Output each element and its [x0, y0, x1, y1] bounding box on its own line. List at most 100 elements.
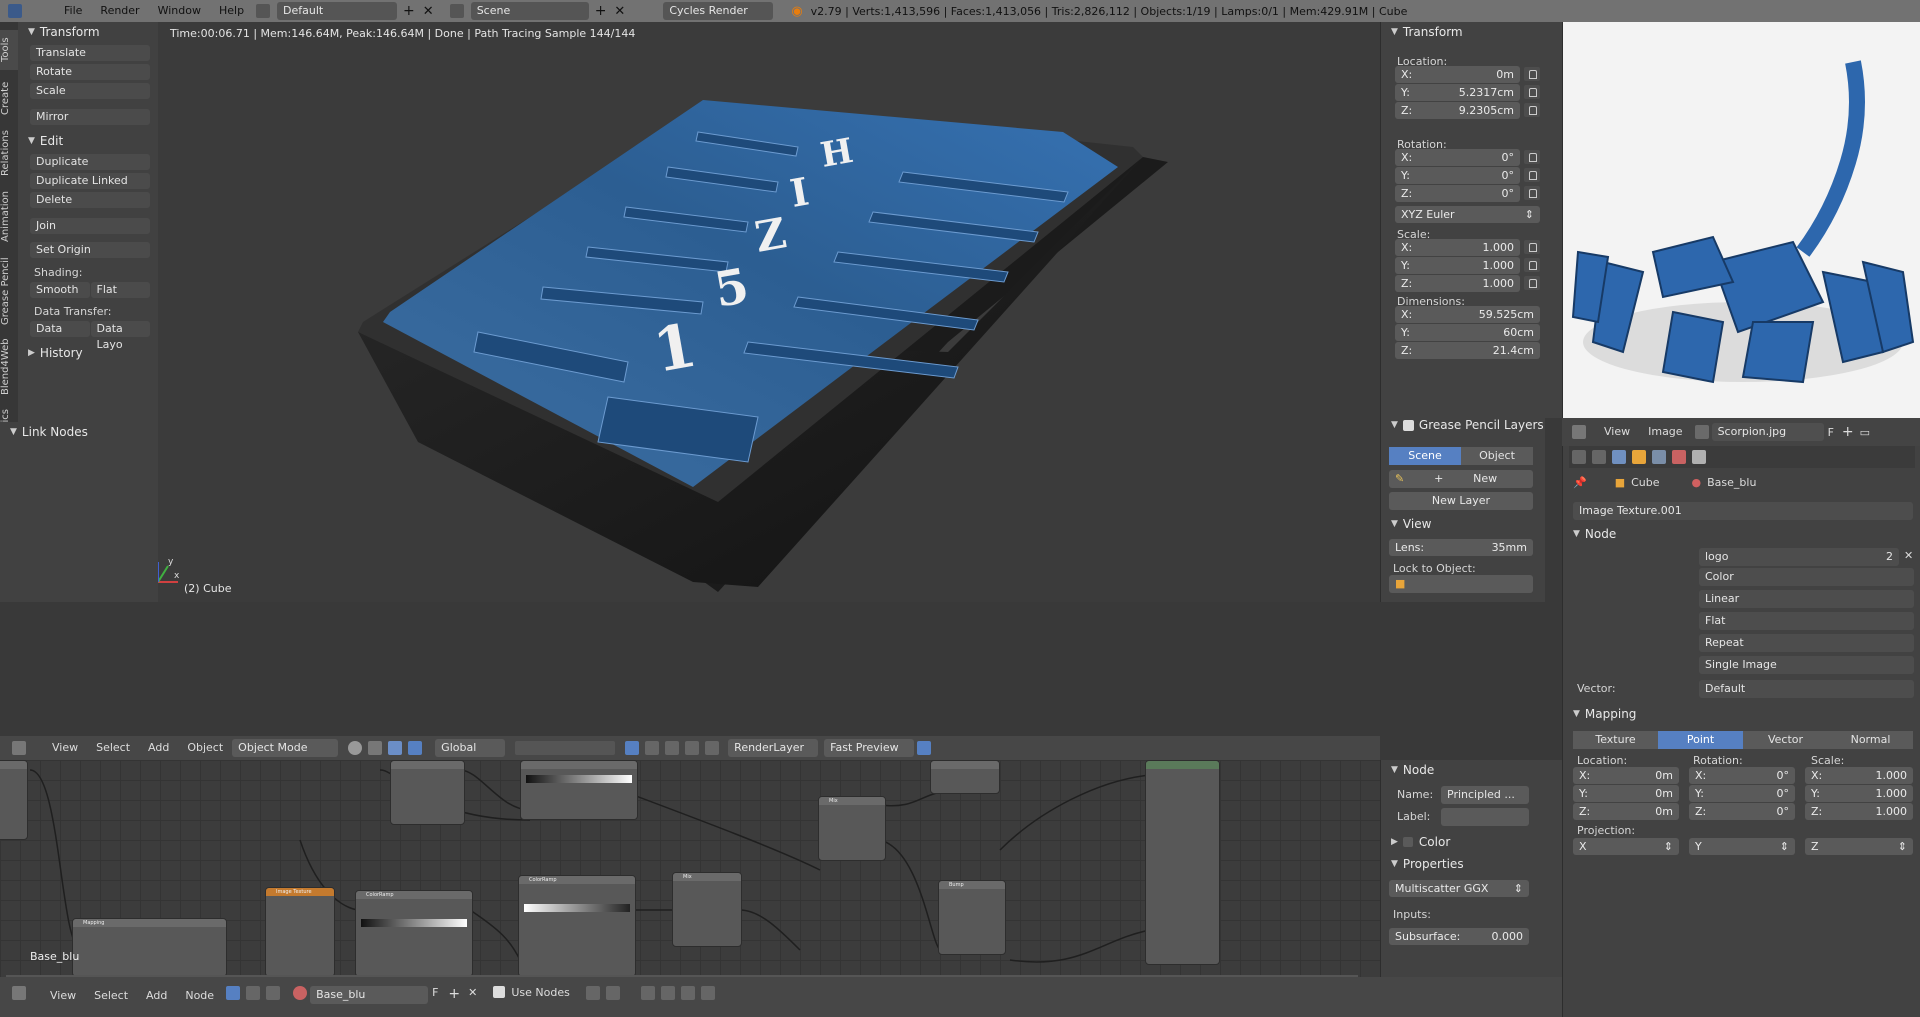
- node-mix-top[interactable]: Mix: [818, 796, 886, 861]
- material-fake-user[interactable]: F: [432, 986, 438, 999]
- go-parent-icon[interactable]: [605, 986, 620, 1000]
- node-mix-bottom[interactable]: Mix: [672, 872, 742, 947]
- info-icon[interactable]: [8, 4, 22, 18]
- scale-z-field[interactable]: Z: 1.000: [1395, 275, 1520, 292]
- mapping-loc-z[interactable]: Z: 0m: [1573, 803, 1679, 820]
- flat-button[interactable]: Flat: [90, 282, 150, 298]
- gp-scene-tab[interactable]: Scene: [1389, 447, 1461, 465]
- node-properties-header[interactable]: ▼ Properties: [1391, 854, 1464, 874]
- node-select-menu[interactable]: Select: [85, 986, 137, 1006]
- pause-icon[interactable]: [705, 741, 720, 755]
- lock-location-y-icon[interactable]: [1524, 85, 1540, 99]
- node-image-texture[interactable]: Image Texture: [265, 887, 335, 977]
- delete-button[interactable]: Delete: [30, 192, 150, 208]
- close-toggle-icon[interactable]: [917, 741, 932, 755]
- orientation-dropdown[interactable]: Global: [435, 739, 506, 757]
- data-layout-button[interactable]: Data Layo: [90, 321, 150, 351]
- lock-location-z-icon[interactable]: [1524, 103, 1540, 117]
- set-origin-dropdown[interactable]: Set Origin: [30, 242, 150, 258]
- viewport-3d[interactable]: Time:00:06.71 | Mem:146.64M, Peak:146.64…: [158, 22, 1380, 602]
- projection-dropdown[interactable]: Flat: [1699, 612, 1914, 630]
- add-layout-icon[interactable]: +: [403, 3, 415, 19]
- node-bump[interactable]: Bump: [938, 880, 1006, 955]
- material-tab-icon[interactable]: [1672, 450, 1686, 464]
- remove-layout-icon[interactable]: ✕: [423, 4, 434, 19]
- mode-dropdown[interactable]: Object Mode: [232, 739, 339, 757]
- close-image-icon[interactable]: ✕: [1904, 549, 1913, 562]
- tab-blend4web[interactable]: Blend4Web: [0, 334, 18, 400]
- image-view-menu[interactable]: View: [1595, 422, 1639, 442]
- node-name-field[interactable]: Principled ...: [1441, 786, 1529, 804]
- node-menu[interactable]: Node: [176, 986, 223, 1006]
- image-datablock-field[interactable]: logo 2: [1699, 548, 1899, 566]
- rotation-x-field[interactable]: X: 0°: [1395, 149, 1520, 166]
- add-scene-icon[interactable]: +: [595, 3, 607, 19]
- snap-node-icon[interactable]: [660, 986, 675, 1000]
- mirror-button[interactable]: Mirror: [30, 109, 150, 125]
- editor-type-3d-icon[interactable]: [12, 741, 26, 755]
- mapping-loc-x[interactable]: X: 0m: [1573, 767, 1679, 784]
- location-y-field[interactable]: Y: 5.2317cm: [1395, 84, 1520, 101]
- lock-rotation-z-icon[interactable]: [1524, 186, 1540, 200]
- image-name-field[interactable]: Scorpion.jpg: [1711, 423, 1824, 441]
- menu-window[interactable]: Window: [149, 1, 210, 21]
- tab-animation[interactable]: Animation: [0, 186, 18, 248]
- paste-node-icon[interactable]: [700, 986, 715, 1000]
- extension-dropdown[interactable]: Repeat: [1699, 634, 1914, 652]
- viewport-shading-icon[interactable]: [348, 741, 363, 755]
- distribution-dropdown[interactable]: Multiscatter GGX ⇕: [1389, 880, 1529, 897]
- world-tab-icon[interactable]: [1612, 450, 1626, 464]
- node-mix-top2[interactable]: [930, 760, 1000, 794]
- mapping-rot-z[interactable]: Z: 0°: [1689, 803, 1795, 820]
- proportional-icon[interactable]: [665, 741, 680, 755]
- pin-icon[interactable]: 📌: [1573, 476, 1587, 489]
- duplicate-button[interactable]: Duplicate: [30, 154, 150, 170]
- node-label-field[interactable]: [1441, 808, 1529, 826]
- select-menu[interactable]: Select: [87, 738, 139, 758]
- mapping-rot-y[interactable]: Y: 0°: [1689, 785, 1795, 802]
- node-panel-header[interactable]: ▼ Node: [1573, 524, 1616, 544]
- shader-tree-icon[interactable]: [226, 986, 241, 1000]
- vector-dropdown[interactable]: Default: [1699, 680, 1914, 698]
- lens-field[interactable]: Lens: 35mm: [1389, 539, 1533, 556]
- mapping-panel-header[interactable]: ▼ Mapping: [1573, 704, 1636, 724]
- mapping-rot-x[interactable]: X: 0°: [1689, 767, 1795, 784]
- screen-layout-icon[interactable]: [256, 4, 271, 18]
- material-browse-icon[interactable]: [293, 986, 308, 1000]
- projection-y-dropdown[interactable]: Y ⇕: [1689, 838, 1795, 855]
- gp-checkbox[interactable]: [1402, 419, 1414, 431]
- lock-rotation-x-icon[interactable]: [1524, 150, 1540, 164]
- scale-y-field[interactable]: Y: 1.000: [1395, 257, 1520, 274]
- gp-new-button[interactable]: ✎ + New: [1389, 470, 1533, 488]
- node-left-partial[interactable]: [0, 760, 28, 840]
- tab-create[interactable]: Create: [0, 76, 18, 120]
- history-panel-header[interactable]: ▶ History: [18, 343, 158, 363]
- node-color-header[interactable]: ▶ Color: [1391, 832, 1450, 852]
- node-principled[interactable]: [1145, 760, 1220, 965]
- mapping-tab-texture[interactable]: Texture: [1573, 731, 1658, 749]
- image-fake-user-button[interactable]: F: [1828, 426, 1834, 439]
- fast-preview-button[interactable]: Fast Preview: [824, 739, 915, 757]
- scene-icon[interactable]: [449, 4, 464, 18]
- projection-z-dropdown[interactable]: Z ⇕: [1805, 838, 1913, 855]
- copy-node-icon[interactable]: [680, 986, 695, 1000]
- node-sidebar-header[interactable]: ▼ Node: [1381, 760, 1562, 780]
- active-node-field[interactable]: Image Texture.001: [1573, 502, 1913, 520]
- render-tab-icon[interactable]: [1572, 450, 1586, 464]
- unlink-material-icon[interactable]: ✕: [468, 986, 477, 999]
- editor-type-node-icon[interactable]: [12, 986, 26, 1000]
- render-icon[interactable]: [685, 741, 700, 755]
- lock-scale-x-icon[interactable]: [1524, 240, 1540, 254]
- node-noise[interactable]: [390, 760, 465, 825]
- translate-button[interactable]: Translate: [30, 45, 150, 61]
- lock-scale-y-icon[interactable]: [1524, 258, 1540, 272]
- lock-camera-icon[interactable]: [625, 741, 640, 755]
- image-menu[interactable]: Image: [1639, 422, 1691, 442]
- node-colorramp-2[interactable]: ColorRamp: [518, 875, 636, 977]
- rotation-mode-dropdown[interactable]: XYZ Euler ⇕: [1395, 206, 1540, 223]
- lock-scale-z-icon[interactable]: [1524, 276, 1540, 290]
- location-z-field[interactable]: Z: 9.2305cm: [1395, 102, 1520, 119]
- render-layer-dropdown[interactable]: RenderLayer: [728, 739, 819, 757]
- mapping-tab-point[interactable]: Point: [1658, 731, 1743, 749]
- pivot-icon[interactable]: [368, 741, 383, 755]
